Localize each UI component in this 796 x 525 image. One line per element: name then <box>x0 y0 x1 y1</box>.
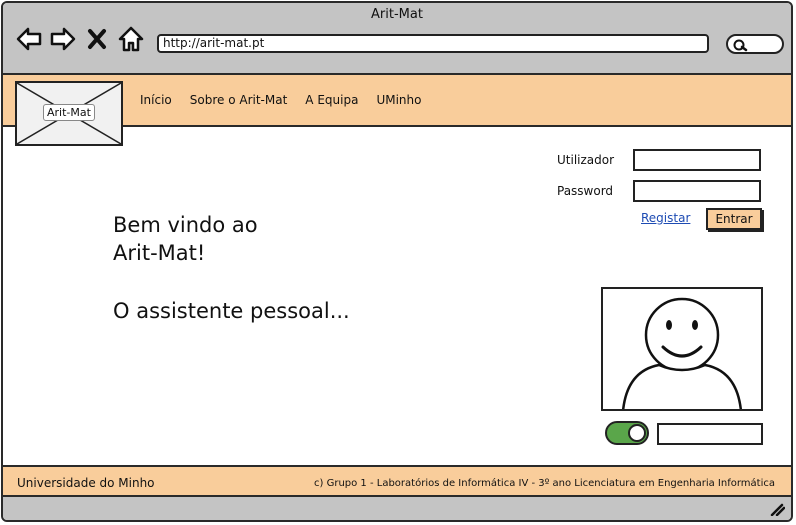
footer-university: Universidade do Minho <box>17 476 155 490</box>
assistant-field[interactable] <box>657 423 763 445</box>
nav-buttons <box>15 25 145 53</box>
back-arrow-icon[interactable] <box>15 25 43 53</box>
main-menu: Início Sobre o Arit-Mat A Equipa UMinho <box>140 93 439 107</box>
smiley-user-icon <box>622 297 742 409</box>
assistant-avatar <box>601 287 763 411</box>
subtitle: O assistente pessoal... <box>113 299 350 323</box>
welcome-line-1: Bem vindo ao <box>113 213 258 237</box>
menu-item-uminho[interactable]: UMinho <box>376 93 421 107</box>
menu-item-sobre[interactable]: Sobre o Arit-Mat <box>190 93 288 107</box>
menu-item-inicio[interactable]: Início <box>140 93 172 107</box>
status-bar <box>3 497 791 520</box>
address-bar[interactable]: http://arit-mat.pt <box>157 34 709 53</box>
username-field[interactable] <box>633 149 761 171</box>
toggle-knob <box>628 424 646 442</box>
menu-item-equipa[interactable]: A Equipa <box>305 93 358 107</box>
browser-chrome: Arit-Mat http://arit-mat.pt <box>3 3 791 75</box>
search-icon <box>733 39 748 52</box>
password-label: Password <box>557 184 614 198</box>
welcome-line-2: Arit-Mat! <box>113 241 206 265</box>
password-field[interactable] <box>633 180 761 202</box>
forward-arrow-icon[interactable] <box>49 25 77 53</box>
register-link[interactable]: Registar <box>641 211 690 225</box>
page-content: Utilizador Password Registar Entrar Bem … <box>3 127 791 465</box>
site-footer: Universidade do Minho c) Grupo 1 - Labor… <box>3 465 791 497</box>
resize-grip-icon[interactable] <box>769 501 786 520</box>
welcome-heading: Bem vindo ao Arit-Mat! <box>113 211 413 267</box>
close-x-icon[interactable] <box>83 25 111 53</box>
footer-credits: c) Grupo 1 - Laboratórios de Informática… <box>314 478 775 489</box>
enter-button[interactable]: Entrar <box>706 208 762 230</box>
home-icon[interactable] <box>117 25 145 53</box>
assistant-toggle[interactable] <box>605 421 649 445</box>
username-label: Utilizador <box>557 153 615 167</box>
logo-label: Arit-Mat <box>43 104 95 121</box>
window-title: Arit-Mat <box>371 7 423 22</box>
browser-window: Arit-Mat http://arit-mat.pt Arit-Mat Iní… <box>1 1 793 522</box>
browser-search-box[interactable] <box>726 34 784 54</box>
site-header: Arit-Mat Início Sobre o Arit-Mat A Equip… <box>3 75 791 146</box>
